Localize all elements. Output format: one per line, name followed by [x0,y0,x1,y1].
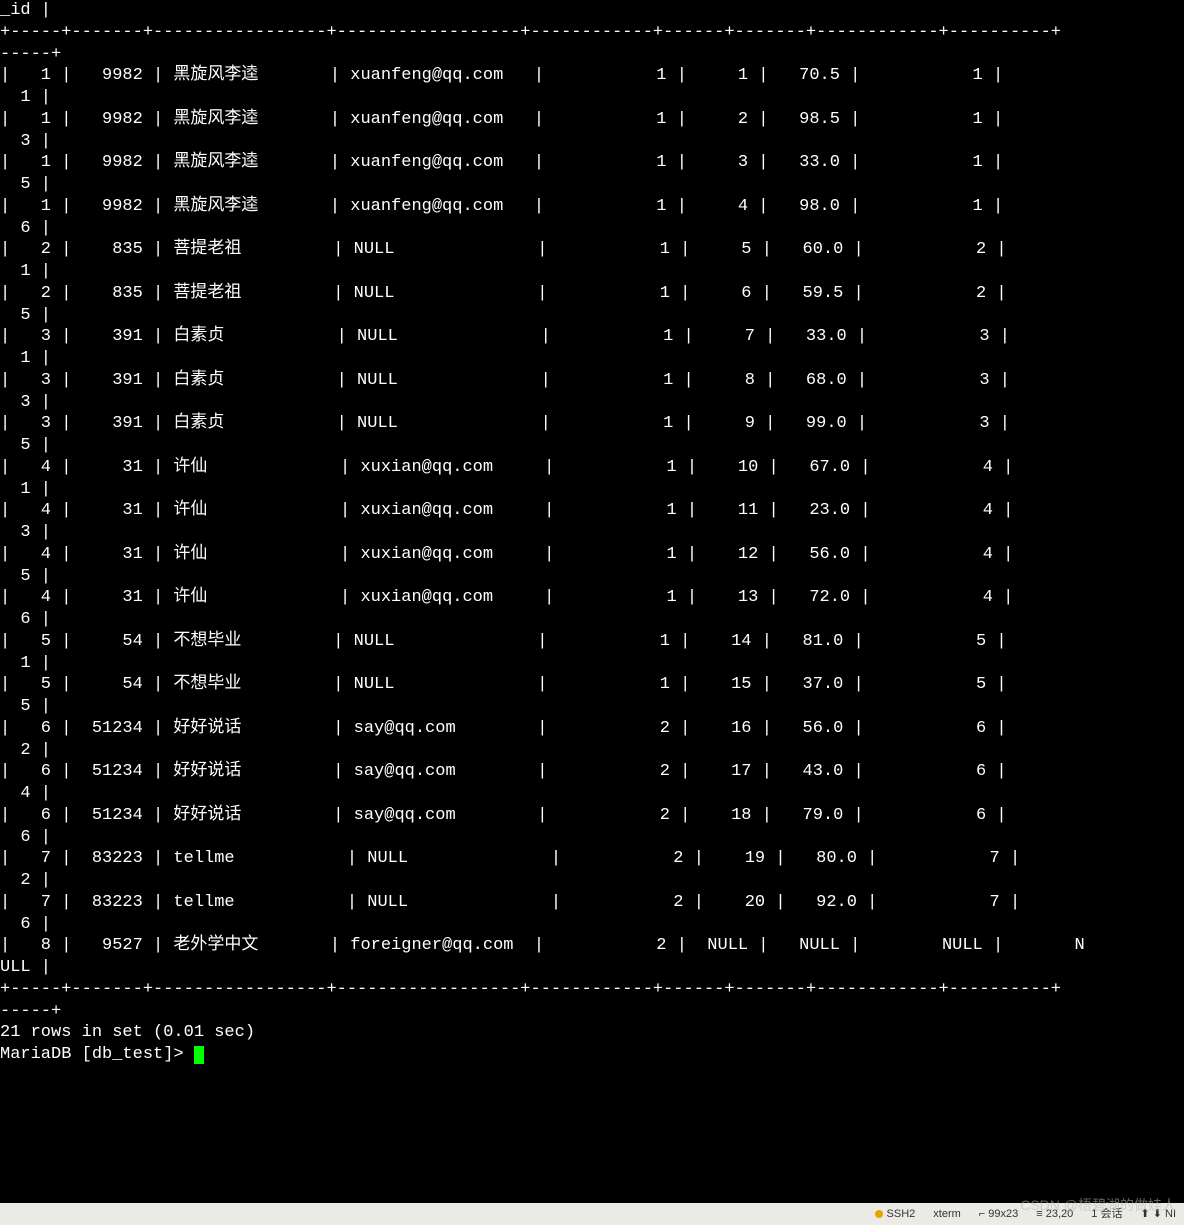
table-row: 2 | [0,740,1184,762]
table-row: | 7 | 83223 | tellme | NULL | 2 | 19 | 8… [0,848,1184,870]
table-row: 21 rows in set (0.01 sec) [0,1022,1184,1044]
prompt-text: MariaDB [db_test]> [0,1045,194,1064]
table-row: | 6 | 51234 | 好好说话 | say@qq.com | 2 | 18… [0,805,1184,827]
table-row: 3 | [0,131,1184,153]
table-row: | 1 | 9982 | 黑旋风李逵 | xuanfeng@qq.com | 1… [0,109,1184,131]
table-row: | 3 | 391 | 白素贞 | NULL | 1 | 7 | 33.0 | … [0,326,1184,348]
term-size: ⌐ 99x23 [979,1207,1018,1221]
table-row: | 6 | 51234 | 好好说话 | say@qq.com | 2 | 16… [0,718,1184,740]
table-row: | 6 | 51234 | 好好说话 | say@qq.com | 2 | 17… [0,761,1184,783]
table-row: 1 | [0,261,1184,283]
table-row: 5 | [0,566,1184,588]
table-row: | 4 | 31 | 许仙 | xuxian@qq.com | 1 | 13 |… [0,587,1184,609]
table-row: 1 | [0,479,1184,501]
table-row: | 5 | 54 | 不想毕业 | NULL | 1 | 14 | 81.0 |… [0,631,1184,653]
table-row: 6 | [0,218,1184,240]
table-row: 4 | [0,783,1184,805]
table-row: | 1 | 9982 | 黑旋风李逵 | xuanfeng@qq.com | 1… [0,196,1184,218]
table-row: | 3 | 391 | 白素贞 | NULL | 1 | 8 | 68.0 | … [0,370,1184,392]
table-row: | 2 | 835 | 菩提老祖 | NULL | 1 | 5 | 60.0 |… [0,239,1184,261]
table-row: | 2 | 835 | 菩提老祖 | NULL | 1 | 6 | 59.5 |… [0,283,1184,305]
session-count: 1 会话 [1091,1207,1122,1221]
status-tail: ⬆ ⬇ NI [1140,1207,1176,1221]
terminal-output: _id |+-----+-------+-----------------+--… [0,0,1184,1066]
table-row: 5 | [0,696,1184,718]
table-row: | 4 | 31 | 许仙 | xuxian@qq.com | 1 | 12 |… [0,544,1184,566]
table-row: | 3 | 391 | 白素贞 | NULL | 1 | 9 | 99.0 | … [0,413,1184,435]
table-row: 1 | [0,653,1184,675]
table-row: 5 | [0,174,1184,196]
table-row: 1 | [0,348,1184,370]
table-row: 5 | [0,305,1184,327]
table-row: 5 | [0,435,1184,457]
table-row: 6 | [0,827,1184,849]
table-row: 2 | [0,870,1184,892]
table-row: _id | [0,0,1184,22]
table-row: | 1 | 9982 | 黑旋风李逵 | xuanfeng@qq.com | 1… [0,65,1184,87]
table-row: 3 | [0,522,1184,544]
table-row: | 8 | 9527 | 老外学中文 | foreigner@qq.com | … [0,935,1184,957]
table-row: +-----+-------+-----------------+-------… [0,979,1184,1001]
table-row: | 5 | 54 | 不想毕业 | NULL | 1 | 15 | 37.0 |… [0,674,1184,696]
cursor-pos: ≡ 23,20 [1036,1207,1073,1221]
table-row: 6 | [0,609,1184,631]
cursor [194,1046,204,1064]
table-row: 1 | [0,87,1184,109]
table-row: | 1 | 9982 | 黑旋风李逵 | xuanfeng@qq.com | 1… [0,152,1184,174]
table-row: ULL | [0,957,1184,979]
prompt-line[interactable]: MariaDB [db_test]> [0,1044,1184,1066]
term-type: xterm [933,1207,961,1221]
table-row: | 7 | 83223 | tellme | NULL | 2 | 20 | 9… [0,892,1184,914]
ssh-indicator: SSH2 [875,1207,916,1221]
table-row: 6 | [0,914,1184,936]
table-row: | 4 | 31 | 许仙 | xuxian@qq.com | 1 | 10 |… [0,457,1184,479]
status-bar: SSH2 xterm ⌐ 99x23 ≡ 23,20 1 会话 ⬆ ⬇ NI [0,1203,1184,1225]
table-row: | 4 | 31 | 许仙 | xuxian@qq.com | 1 | 11 |… [0,500,1184,522]
table-row: 3 | [0,392,1184,414]
table-row: +-----+-------+-----------------+-------… [0,22,1184,44]
table-row: -----+ [0,44,1184,66]
table-row: -----+ [0,1001,1184,1023]
